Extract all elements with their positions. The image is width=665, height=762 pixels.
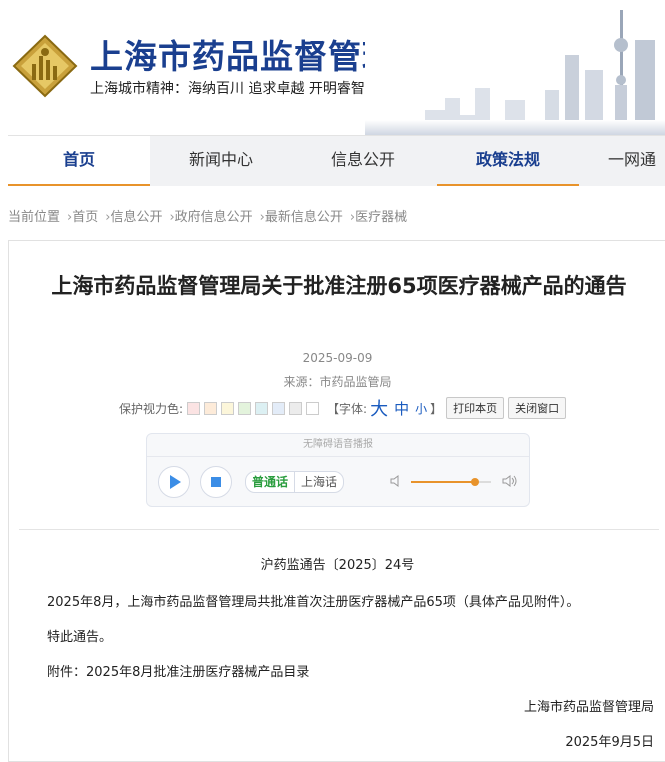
audio-player-title: 无障碍语音播报 xyxy=(147,434,529,457)
attachment-link[interactable]: 附件：2025年8月批准注册医疗器械产品目录 xyxy=(47,661,309,680)
article-date: 2025-09-09 xyxy=(302,351,373,365)
signature-org: 上海市药品监督管理局 xyxy=(523,700,654,715)
breadcrumb-item-gov-info[interactable]: 政府信息公开 xyxy=(175,210,253,225)
main-nav: 首页 新闻中心 信息公开 政策法规 一网通 xyxy=(8,135,665,186)
article-source: 来源：市药品监管局 xyxy=(283,375,392,389)
volume-slider-fill xyxy=(411,481,475,483)
eye-color-swatch[interactable] xyxy=(272,401,286,415)
font-size-label: 【字体: xyxy=(327,401,368,416)
nav-item-news[interactable]: 新闻中心 xyxy=(150,136,292,186)
font-size-medium[interactable]: 中 xyxy=(394,398,409,419)
emblem-logo-icon[interactable] xyxy=(12,34,78,98)
eye-color-swatch[interactable] xyxy=(238,401,252,415)
breadcrumb-item-devices[interactable]: 医疗器械 xyxy=(355,210,407,225)
play-button[interactable] xyxy=(158,466,190,498)
volume-high-icon[interactable] xyxy=(502,474,518,488)
eye-color-swatch[interactable] xyxy=(204,401,218,415)
article-title: 上海市药品监督管理局关于批准注册65项医疗器械产品的通告 xyxy=(51,274,627,298)
breadcrumb-item-latest[interactable]: 最新信息公开 xyxy=(265,210,343,225)
play-icon xyxy=(170,475,181,489)
nav-item-info-disclosure[interactable]: 信息公开 xyxy=(292,136,434,186)
breadcrumb-item-info[interactable]: 信息公开 xyxy=(110,210,162,225)
stop-button[interactable] xyxy=(200,466,232,498)
nav-item-policy[interactable]: 政策法规 xyxy=(437,136,579,186)
paragraph-body: 2025年8月，上海市药品监督管理局共批准首次注册医疗器械产品65项（具体产品见… xyxy=(47,595,580,610)
reading-tools: 保护视力色: 【字体: 大 中 小 】 打印本页 关闭窗口 xyxy=(119,395,567,421)
breadcrumb: 当前位置 ›首页 ›信息公开 ›政府信息公开 ›最新信息公开 ›医疗器械 xyxy=(8,206,407,225)
font-size-small[interactable]: 小 xyxy=(415,400,427,417)
eye-color-swatch[interactable] xyxy=(289,401,303,415)
nav-item-one-network[interactable]: 一网通 xyxy=(608,136,665,186)
dialect-switch: 普通话 上海话 xyxy=(245,471,345,493)
breadcrumb-prefix: 当前位置 xyxy=(8,210,61,225)
nav-item-home[interactable]: 首页 xyxy=(8,136,150,186)
eye-color-swatch[interactable] xyxy=(306,401,320,415)
site-header: 上海市药品监督管理局 上海城市精神：海纳百川 追求卓越 开明睿智 大气谦和 xyxy=(0,0,665,135)
lang-shanghainese-button[interactable]: 上海话 xyxy=(295,472,343,492)
paragraph-closing: 特此通告。 xyxy=(47,630,113,645)
document-number: 沪药监通告〔2025〕24号 xyxy=(260,558,415,573)
close-window-button[interactable]: 关闭窗口 xyxy=(508,397,567,419)
font-size-large[interactable]: 大 xyxy=(370,395,388,421)
volume-slider[interactable] xyxy=(411,478,491,486)
eye-color-swatch[interactable] xyxy=(187,401,201,415)
eye-color-swatch[interactable] xyxy=(255,401,269,415)
font-size-end: 】 xyxy=(430,401,443,416)
volume-slider-knob[interactable] xyxy=(471,478,479,486)
volume-low-icon[interactable] xyxy=(390,474,404,488)
signature-date: 2025年9月5日 xyxy=(565,735,654,750)
eye-care-label: 保护视力色: xyxy=(119,401,184,416)
article-panel: 上海市药品监督管理局关于批准注册65项医疗器械产品的通告 2025-09-09 … xyxy=(8,240,665,762)
skyline-illustration-icon xyxy=(365,0,665,135)
lang-mandarin-button[interactable]: 普通话 xyxy=(246,472,296,492)
stop-icon xyxy=(211,477,221,487)
print-button[interactable]: 打印本页 xyxy=(446,397,505,419)
breadcrumb-item-home[interactable]: 首页 xyxy=(72,210,98,225)
eye-color-swatch[interactable] xyxy=(221,401,235,415)
audio-player: 无障碍语音播报 普通话 上海话 xyxy=(146,433,530,507)
content-divider xyxy=(19,529,659,530)
